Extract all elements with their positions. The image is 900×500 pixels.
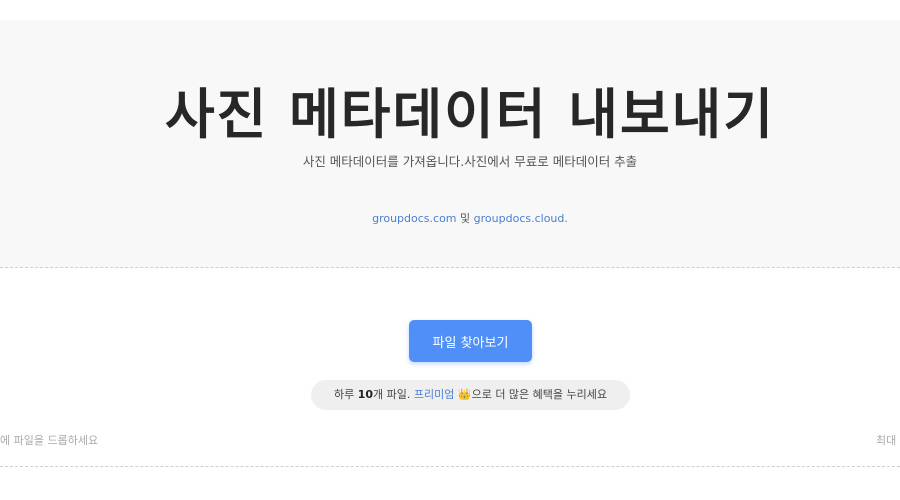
- upload-dropzone[interactable]: 파일 찾아보기 하루 10개 파일. 프리미엄 👑으로 더 많은 혜택을 누리세…: [0, 268, 900, 467]
- page: 사진 메타데이터 내보내기 사진 메타데이터를 가져옵니다.사진에서 무료로 메…: [0, 0, 900, 500]
- groupdocs-cloud-link[interactable]: groupdocs.cloud.: [474, 212, 568, 225]
- limit-unit: 개 파일.: [373, 388, 414, 401]
- browse-files-button[interactable]: 파일 찾아보기: [409, 320, 532, 362]
- premium-link[interactable]: 프리미엄: [414, 388, 454, 401]
- max-size-hint: 최대: [876, 434, 897, 447]
- page-title: 사진 메타데이터 내보내기: [164, 83, 776, 146]
- limit-count: 10: [357, 388, 374, 401]
- groupdocs-com-link[interactable]: groupdocs.com: [372, 212, 456, 225]
- page-subtitle: 사진 메타데이터를 가져옵니다.사진에서 무료로 메타데이터 추출: [302, 154, 638, 169]
- link-connector: 및: [456, 212, 474, 225]
- hero-section: 사진 메타데이터 내보내기 사진 메타데이터를 가져옵니다.사진에서 무료로 메…: [0, 20, 900, 268]
- limit-suffix: 으로 더 많은 혜택을 누리세요: [471, 388, 608, 401]
- drop-files-hint: 에 파일을 드롭하세요: [0, 434, 99, 447]
- limit-prefix: 하루: [333, 388, 358, 401]
- daily-limit-notice: 하루 10개 파일. 프리미엄 👑으로 더 많은 혜택을 누리세요: [311, 380, 630, 410]
- crown-icon: 👑: [457, 388, 472, 401]
- powered-by-links: groupdocs.com 및 groupdocs.cloud.: [0, 210, 900, 226]
